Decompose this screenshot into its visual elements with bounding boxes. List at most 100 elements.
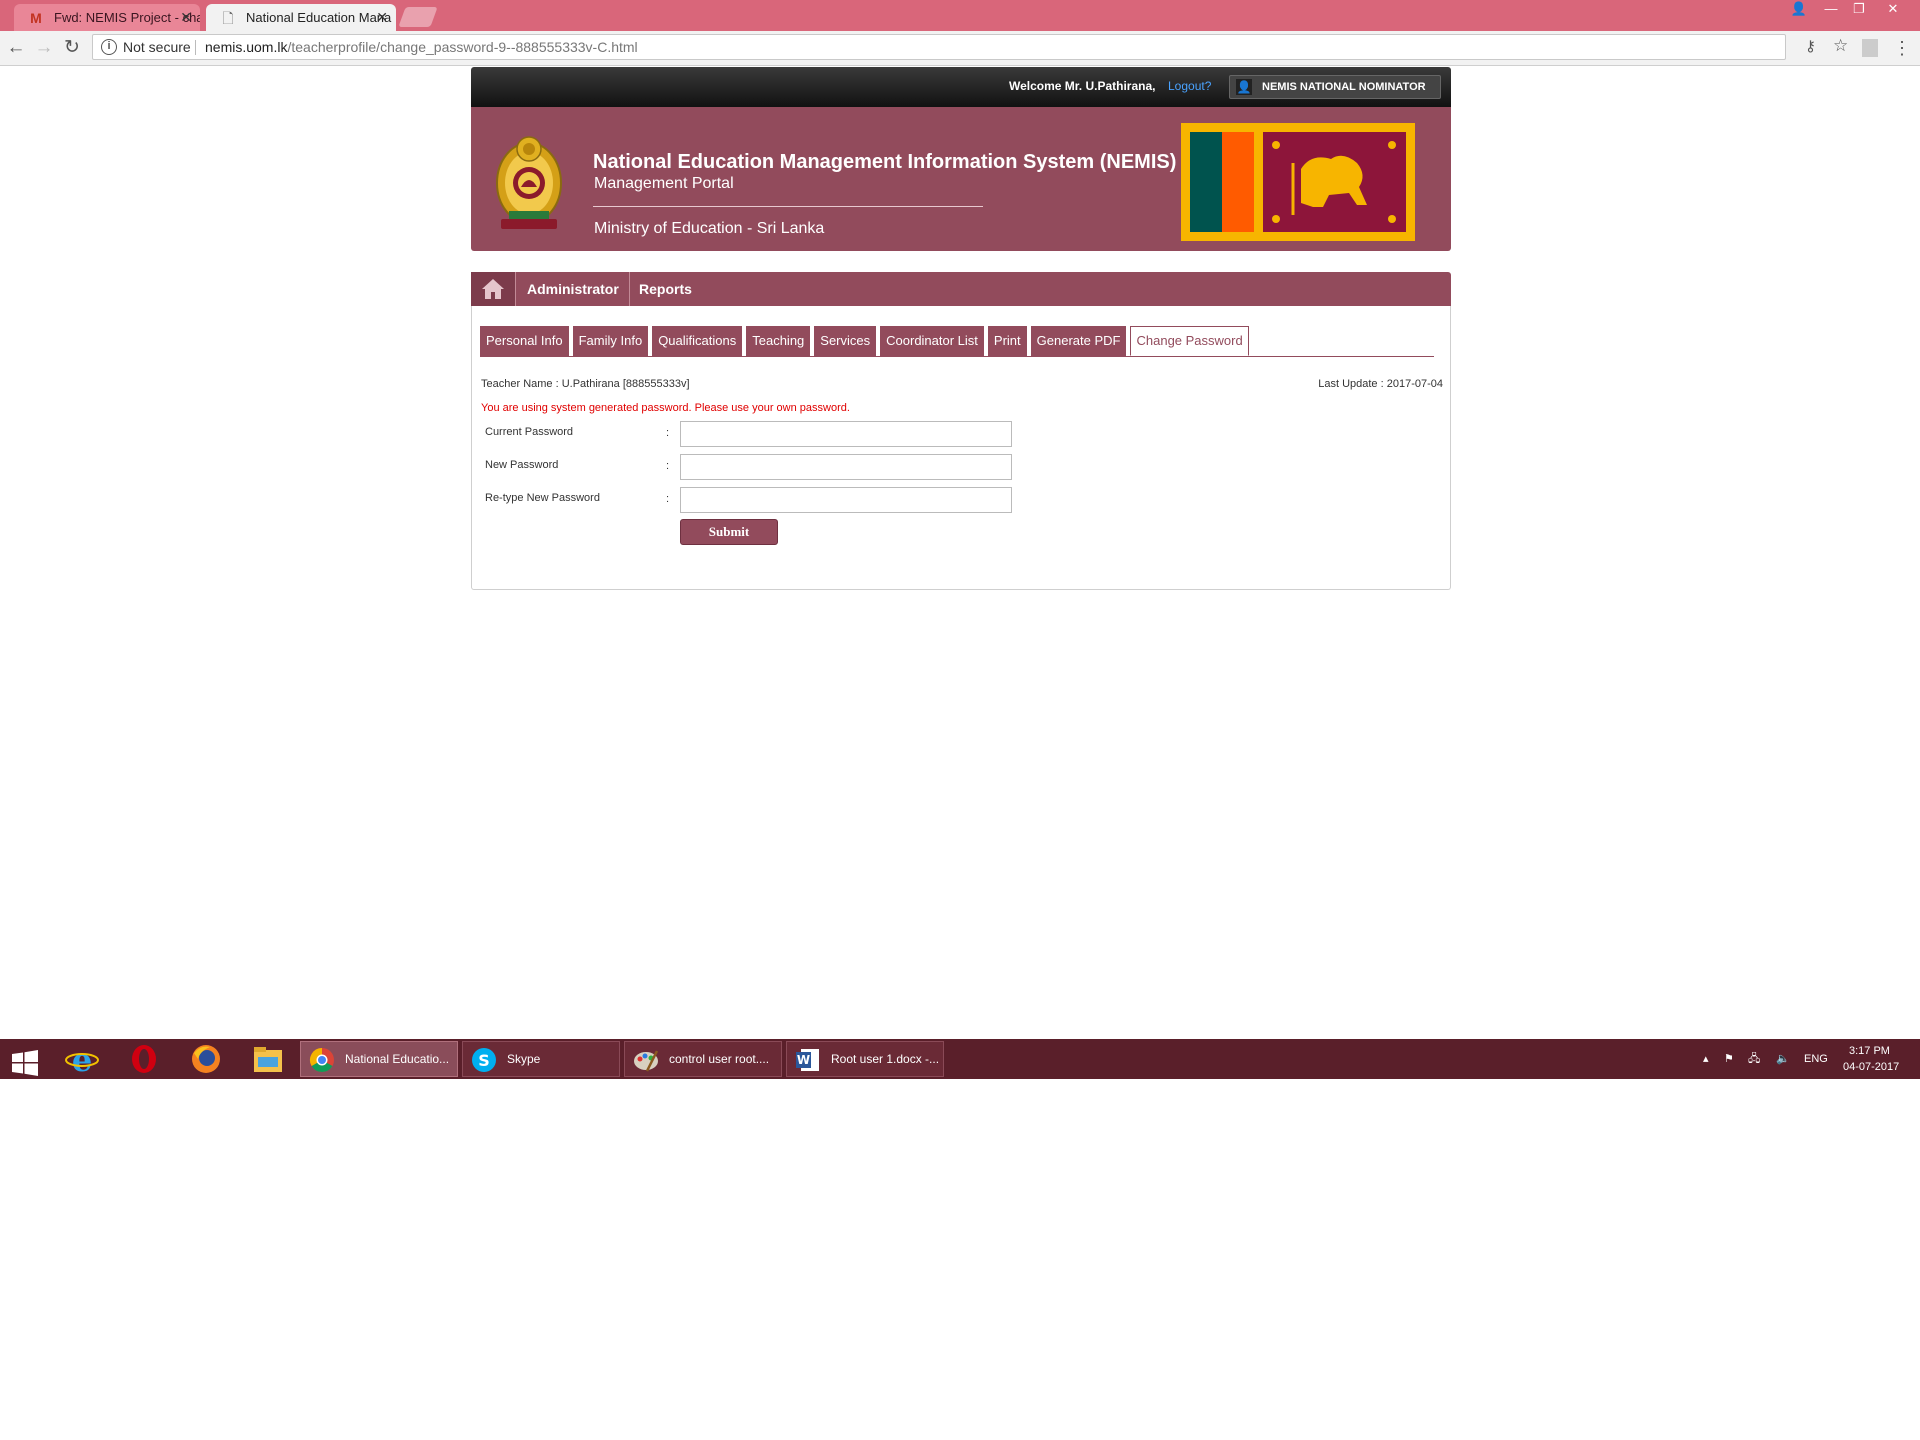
taskbar-app-label: Skype bbox=[507, 1052, 541, 1066]
taskbar-app-skype[interactable]: S Skype bbox=[462, 1041, 620, 1077]
site-banner: National Education Management Informatio… bbox=[471, 107, 1451, 251]
browser-tab-strip: M Fwd: NEMIS Project - cha ✕ 🗋 National … bbox=[0, 0, 1920, 31]
home-icon bbox=[482, 279, 504, 299]
banner-divider bbox=[593, 206, 983, 207]
last-update-label: Last Update : 2017-07-04 bbox=[1318, 378, 1443, 390]
clock-date[interactable]: 04-07-2017 bbox=[1843, 1061, 1899, 1073]
sri-lanka-flag-icon bbox=[1181, 123, 1415, 241]
browser-tab-gmail[interactable]: M Fwd: NEMIS Project - cha ✕ bbox=[14, 4, 200, 31]
taskbar-app-label: Root user 1.docx -... bbox=[831, 1052, 940, 1066]
tab-teaching[interactable]: Teaching bbox=[746, 326, 811, 356]
browser-toolbar: ← → ↻ i Not secure nemis.uom.lk/teacherp… bbox=[0, 31, 1920, 66]
close-tab-icon[interactable]: ✕ bbox=[180, 4, 192, 31]
menu-item-administrator[interactable]: Administrator bbox=[519, 272, 627, 306]
extension-icon[interactable] bbox=[1862, 39, 1878, 57]
gmail-icon: M bbox=[30, 10, 42, 26]
network-icon[interactable]: 🖧 bbox=[1748, 1039, 1760, 1079]
user-profile-icon[interactable]: 👤 bbox=[1786, 0, 1812, 18]
menu-dots-icon[interactable]: ⋮ bbox=[1890, 36, 1914, 60]
language-indicator[interactable]: ENG bbox=[1804, 1039, 1828, 1079]
tabs-underline bbox=[480, 356, 1434, 357]
info-icon[interactable]: i bbox=[101, 39, 117, 55]
tab-qualifications[interactable]: Qualifications bbox=[652, 326, 743, 356]
show-hidden-icons-icon[interactable]: ▴ bbox=[1703, 1039, 1709, 1079]
svg-text:e: e bbox=[72, 1043, 92, 1075]
clock-time[interactable]: 3:17 PM bbox=[1849, 1045, 1890, 1057]
new-password-input[interactable] bbox=[680, 454, 1012, 480]
taskbar-app-paint[interactable]: control user root.... bbox=[624, 1041, 782, 1077]
svg-text:W: W bbox=[797, 1053, 810, 1067]
forward-icon[interactable]: → bbox=[32, 36, 56, 60]
tab-title: National Education Mana bbox=[246, 10, 392, 25]
paint-icon bbox=[634, 1050, 659, 1072]
reload-icon[interactable]: ↻ bbox=[60, 36, 84, 60]
close-window-icon[interactable]: ✕ bbox=[1880, 0, 1906, 18]
user-icon: 👤 bbox=[1236, 79, 1252, 95]
restore-icon[interactable]: ❐ bbox=[1846, 0, 1872, 18]
menu-divider bbox=[515, 272, 516, 306]
field-colon: : bbox=[666, 427, 670, 439]
url-divider bbox=[195, 40, 196, 55]
page-icon: 🗋 bbox=[222, 10, 234, 26]
system-title: National Education Management Informatio… bbox=[593, 151, 1177, 173]
new-password-label: New Password bbox=[485, 459, 559, 471]
role-button[interactable]: 👤 NEMIS NATIONAL NOMINATOR bbox=[1229, 75, 1441, 99]
minimize-icon[interactable]: — bbox=[1818, 0, 1844, 18]
submit-button[interactable]: Submit bbox=[680, 519, 778, 545]
taskbar-app-label: National Educatio... bbox=[345, 1052, 450, 1066]
word-icon: W bbox=[796, 1049, 819, 1071]
field-colon: : bbox=[666, 493, 670, 505]
home-button[interactable] bbox=[471, 272, 515, 306]
retype-password-input[interactable] bbox=[680, 487, 1012, 513]
taskbar-app-chrome[interactable]: National Educatio... bbox=[300, 1041, 458, 1077]
svg-text:S: S bbox=[478, 1051, 490, 1070]
skype-icon: S bbox=[472, 1048, 496, 1072]
profile-tabs: Personal Info Family Info Qualifications… bbox=[480, 326, 1249, 356]
chrome-icon bbox=[309, 1048, 334, 1073]
internet-explorer-icon[interactable]: e bbox=[62, 1043, 102, 1075]
tab-generate-pdf[interactable]: Generate PDF bbox=[1030, 326, 1127, 356]
tab-change-password[interactable]: Change Password bbox=[1130, 326, 1249, 356]
close-tab-icon[interactable]: ✕ bbox=[376, 4, 388, 31]
field-colon: : bbox=[666, 460, 670, 472]
opera-icon[interactable] bbox=[124, 1043, 164, 1075]
current-password-label: Current Password bbox=[485, 426, 574, 438]
password-warning: You are using system generated password.… bbox=[481, 402, 850, 414]
teacher-name-label: Teacher Name : U.Pathirana [888555333v] bbox=[481, 378, 690, 390]
security-label[interactable]: Not secure bbox=[123, 35, 191, 59]
top-user-bar: Welcome Mr. U.Pathirana, Logout? 👤 NEMIS… bbox=[471, 67, 1451, 107]
volume-icon[interactable]: 🔈 bbox=[1776, 1039, 1790, 1079]
key-icon[interactable]: ⚷ bbox=[1805, 37, 1816, 55]
firefox-icon[interactable] bbox=[186, 1043, 226, 1075]
tab-coordinator-list[interactable]: Coordinator List bbox=[880, 326, 984, 356]
url-text[interactable]: nemis.uom.lk/teacherprofile/change_passw… bbox=[205, 35, 638, 59]
windows-start-icon[interactable] bbox=[12, 1050, 38, 1076]
role-label: NEMIS NATIONAL NOMINATOR bbox=[1262, 81, 1426, 93]
retype-password-label: Re-type New Password bbox=[485, 492, 600, 504]
menu-item-reports[interactable]: Reports bbox=[631, 272, 700, 306]
browser-tab-nemis[interactable]: 🗋 National Education Mana ✕ bbox=[206, 4, 396, 31]
taskbar-app-label: control user root.... bbox=[669, 1052, 770, 1066]
tab-services[interactable]: Services bbox=[814, 326, 877, 356]
address-bar[interactable]: i Not secure nemis.uom.lk/teacherprofile… bbox=[92, 34, 1848, 60]
windows-taskbar: e National Educatio... S Skype control u… bbox=[0, 1039, 1920, 1079]
content-panel: Personal Info Family Info Qualifications… bbox=[471, 306, 1451, 590]
main-menu: Administrator Reports bbox=[471, 272, 1451, 306]
logout-link[interactable]: Logout? bbox=[1168, 79, 1211, 93]
file-explorer-icon[interactable] bbox=[248, 1043, 288, 1075]
url-host: nemis.uom.lk bbox=[205, 39, 288, 55]
bookmark-star-icon[interactable]: ☆ bbox=[1833, 36, 1848, 56]
tab-family-info[interactable]: Family Info bbox=[572, 326, 649, 356]
current-password-input[interactable] bbox=[680, 421, 1012, 447]
ministry-label: Ministry of Education - Sri Lanka bbox=[594, 220, 825, 237]
tab-print[interactable]: Print bbox=[987, 326, 1027, 356]
back-icon[interactable]: ← bbox=[4, 36, 28, 60]
url-path: /teacherprofile/change_password-9--88855… bbox=[287, 39, 638, 55]
tab-personal-info[interactable]: Personal Info bbox=[480, 326, 569, 356]
action-center-flag-icon[interactable]: ⚑ bbox=[1724, 1039, 1734, 1079]
new-tab-button[interactable] bbox=[398, 7, 438, 27]
sri-lanka-emblem-icon bbox=[496, 136, 562, 229]
tab-title: Fwd: NEMIS Project - cha bbox=[54, 10, 200, 25]
welcome-text: Welcome Mr. U.Pathirana, bbox=[1009, 79, 1156, 93]
taskbar-app-word[interactable]: W Root user 1.docx -... bbox=[786, 1041, 944, 1077]
